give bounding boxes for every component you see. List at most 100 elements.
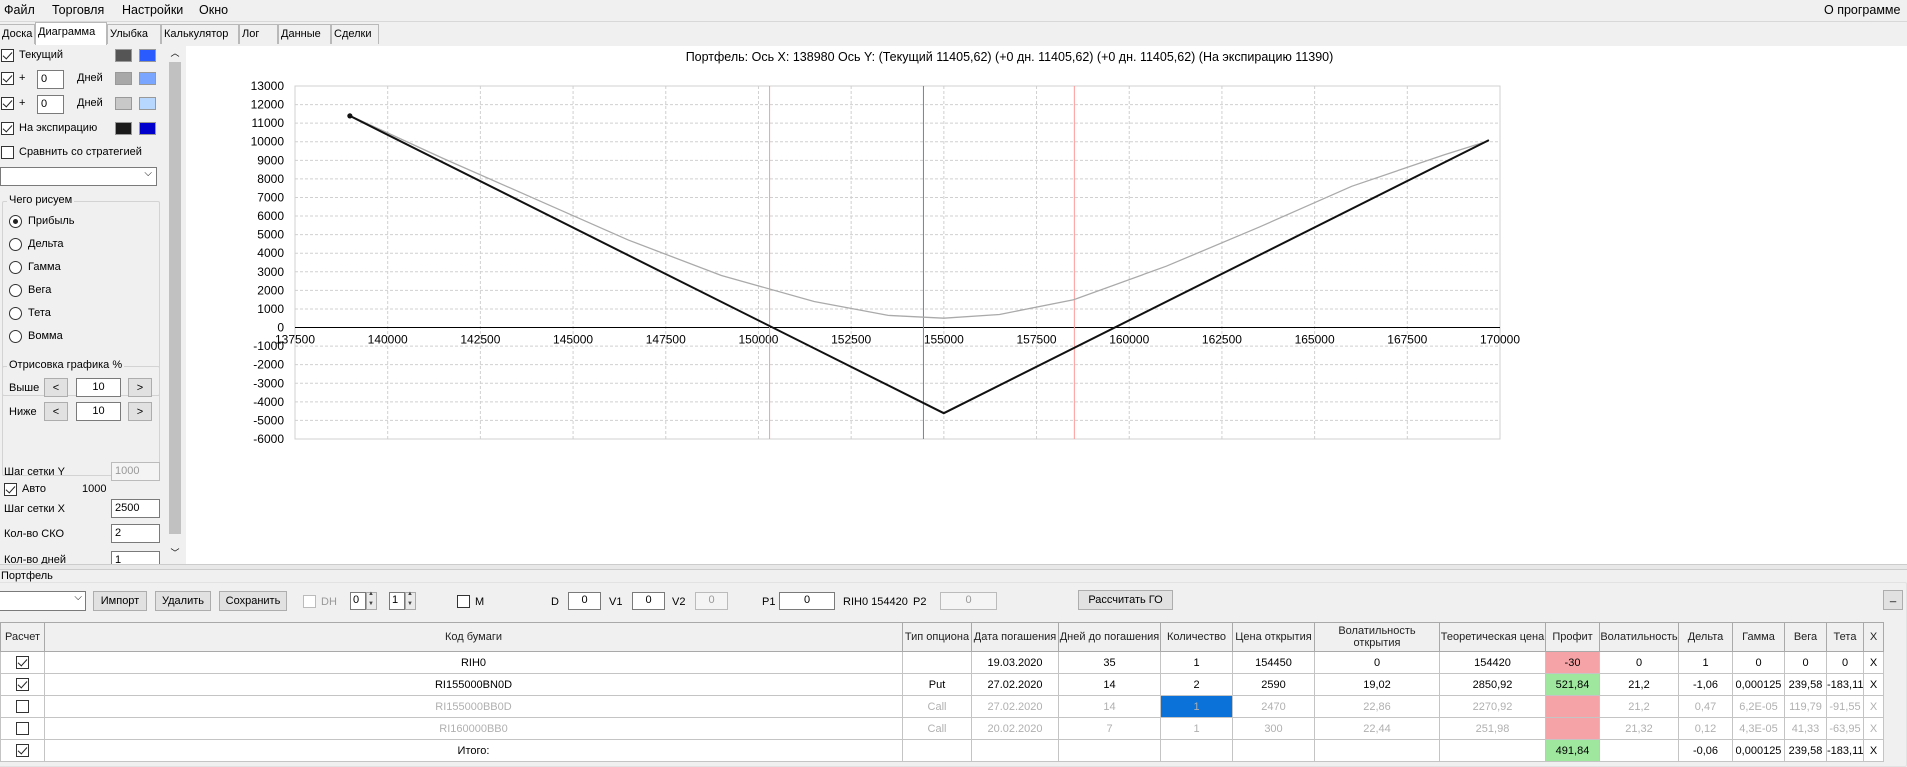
- table-row[interactable]: RI155000BB0D Call 27.02.2020 14 1 2470 22,86 22…: [0, 695, 1884, 718]
- v2-input[interactable]: 0: [695, 592, 728, 610]
- plus1-alt-color-swatch[interactable]: [139, 72, 156, 85]
- tab-calculator[interactable]: Калькулятор: [161, 24, 239, 44]
- table-row[interactable]: RI160000BB0 Call 20.02.2020 7 1 300 22,44 251,9…: [0, 717, 1884, 740]
- radio-vomma[interactable]: [9, 330, 22, 343]
- tab-diagram[interactable]: Диаграмма: [35, 22, 107, 45]
- col-quantity-cell[interactable]: 2: [1160, 673, 1233, 696]
- sko-input[interactable]: 2: [111, 524, 160, 543]
- plus2-days-input[interactable]: 0: [37, 95, 64, 114]
- menu-window[interactable]: Окно: [199, 3, 228, 17]
- below-increase-button[interactable]: >: [128, 402, 152, 421]
- row-calc-checkbox[interactable]: [16, 656, 29, 669]
- days-count-input[interactable]: 1: [111, 551, 160, 564]
- row-calc-cell[interactable]: [0, 695, 45, 718]
- m-checkbox[interactable]: [457, 595, 470, 608]
- expiry-checkbox[interactable]: [1, 122, 14, 135]
- import-button[interactable]: Импорт: [93, 591, 147, 611]
- p1-input[interactable]: 0: [779, 592, 835, 610]
- auto-checkbox[interactable]: [4, 483, 17, 496]
- table-row[interactable]: Итого: 491,84 -0,06 0,000125 239,58 -183,11 X: [0, 739, 1884, 762]
- col-delete-cell[interactable]: X: [1863, 695, 1884, 718]
- plus2-alt-color-swatch[interactable]: [139, 97, 156, 110]
- col-quantity-cell[interactable]: [1160, 739, 1233, 762]
- current-color-swatch[interactable]: [115, 49, 132, 62]
- col-calc-header[interactable]: Расчет: [0, 622, 45, 652]
- v1-input[interactable]: 0: [632, 592, 665, 610]
- radio-delta[interactable]: [9, 238, 22, 251]
- col-volatility-header[interactable]: Волатильность: [1599, 622, 1679, 652]
- below-input[interactable]: 10: [76, 402, 121, 421]
- menu-settings[interactable]: Настройки: [122, 3, 183, 17]
- plus1-checkbox[interactable]: [1, 72, 14, 85]
- strategy-select[interactable]: ⌵: [0, 167, 157, 186]
- dh-checkbox[interactable]: [303, 595, 316, 608]
- col-delete-cell[interactable]: X: [1863, 651, 1884, 674]
- col-delete-header[interactable]: X: [1863, 622, 1884, 652]
- col-gamma-header[interactable]: Гамма: [1732, 622, 1785, 652]
- col-open-volatility-header[interactable]: Волатильность открытия: [1314, 622, 1440, 652]
- row-calc-checkbox[interactable]: [16, 744, 29, 757]
- grid-x-input[interactable]: 2500: [111, 499, 160, 518]
- below-decrease-button[interactable]: <: [44, 402, 68, 421]
- col-vega-header[interactable]: Вега: [1784, 622, 1827, 652]
- above-increase-button[interactable]: >: [128, 378, 152, 397]
- col-code-header[interactable]: Код бумаги: [44, 622, 903, 652]
- col-profit-header[interactable]: Профит: [1545, 622, 1600, 652]
- left-panel-scrollbar[interactable]: ︿ ﹀: [168, 46, 182, 566]
- row-calc-checkbox[interactable]: [16, 722, 29, 735]
- col-expiry-date-header[interactable]: Дата погашения: [971, 622, 1059, 652]
- row-calc-cell[interactable]: [0, 673, 45, 696]
- row-calc-checkbox[interactable]: [16, 678, 29, 691]
- col-delta-header[interactable]: Дельта: [1678, 622, 1733, 652]
- save-button[interactable]: Сохранить: [219, 591, 287, 611]
- dh-value1-spinner[interactable]: [366, 591, 377, 610]
- plus1-color-swatch[interactable]: [115, 72, 132, 85]
- row-calc-cell[interactable]: [0, 739, 45, 762]
- p2-input[interactable]: 0: [940, 592, 997, 610]
- tab-data[interactable]: Данные: [278, 24, 331, 44]
- plus2-color-swatch[interactable]: [115, 97, 132, 110]
- dh-value1-input[interactable]: 0: [350, 592, 366, 610]
- calculate-margin-button[interactable]: Рассчитать ГО: [1078, 590, 1173, 610]
- dh-value2-spinner[interactable]: [405, 591, 416, 610]
- plus1-days-input[interactable]: 0: [37, 70, 64, 89]
- col-quantity-cell[interactable]: 1: [1160, 651, 1233, 674]
- menu-file[interactable]: Файл: [4, 3, 35, 17]
- plus2-checkbox[interactable]: [1, 97, 14, 110]
- tab-smile[interactable]: Улыбка: [107, 24, 161, 44]
- radio-vega[interactable]: [9, 284, 22, 297]
- col-delete-cell[interactable]: X: [1863, 739, 1884, 762]
- row-calc-cell[interactable]: [0, 717, 45, 740]
- grid-y-input[interactable]: 1000: [111, 462, 160, 481]
- table-row[interactable]: RI155000BN0D Put 27.02.2020 14 2 2590 19,02 285…: [0, 673, 1884, 696]
- scroll-down-icon[interactable]: ﹀: [168, 546, 182, 560]
- above-input[interactable]: 10: [76, 378, 121, 397]
- expiry-alt-color-swatch[interactable]: [139, 122, 156, 135]
- current-checkbox[interactable]: [1, 49, 14, 62]
- minimize-button[interactable]: _: [1883, 590, 1903, 610]
- above-decrease-button[interactable]: <: [44, 378, 68, 397]
- tab-deals[interactable]: Сделки: [331, 24, 379, 44]
- col-days-to-expiry-header[interactable]: Дней до погашения: [1058, 622, 1161, 652]
- col-open-price-header[interactable]: Цена открытия: [1232, 622, 1315, 652]
- d-input[interactable]: 0: [568, 592, 601, 610]
- row-calc-cell[interactable]: [0, 651, 45, 674]
- col-delete-cell[interactable]: X: [1863, 673, 1884, 696]
- scrollbar-thumb[interactable]: [169, 62, 181, 534]
- col-theta-header[interactable]: Тета: [1826, 622, 1864, 652]
- portfolio-select[interactable]: ⌵: [0, 591, 86, 611]
- col-option-type-header[interactable]: Тип опциона: [902, 622, 972, 652]
- radio-profit[interactable]: [9, 215, 22, 228]
- current-alt-color-swatch[interactable]: [139, 49, 156, 62]
- col-quantity-header[interactable]: Количество: [1160, 622, 1233, 652]
- row-calc-checkbox[interactable]: [16, 700, 29, 713]
- scroll-up-icon[interactable]: ︿: [168, 46, 182, 60]
- radio-gamma[interactable]: [9, 261, 22, 274]
- col-quantity-cell[interactable]: 1: [1160, 695, 1233, 718]
- expiry-color-swatch[interactable]: [115, 122, 132, 135]
- dh-value2-input[interactable]: 1: [389, 592, 405, 610]
- compare-checkbox[interactable]: [1, 146, 14, 159]
- col-delete-cell[interactable]: X: [1863, 717, 1884, 740]
- delete-button[interactable]: Удалить: [155, 591, 211, 611]
- tab-log[interactable]: Лог: [239, 24, 278, 44]
